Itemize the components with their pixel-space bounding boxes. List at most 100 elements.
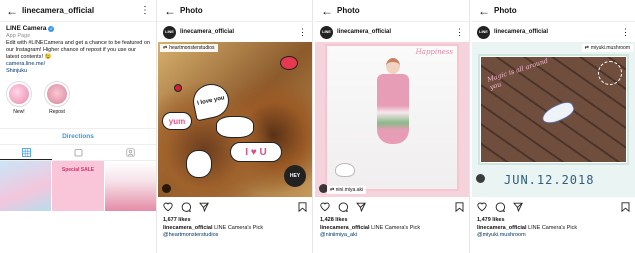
share-icon[interactable] xyxy=(513,202,523,212)
profile-location-link[interactable]: Shinjuku xyxy=(6,68,150,75)
profile-category: App Page xyxy=(6,33,31,39)
highlight-new-label: New! xyxy=(13,109,25,115)
post-3-repost-user: miyuki.mushroom xyxy=(590,45,630,51)
bookmark-icon[interactable] xyxy=(621,202,630,212)
sticker-yum: yum xyxy=(162,112,192,130)
comment-icon[interactable] xyxy=(338,202,348,212)
more-options-icon[interactable]: ⋮ xyxy=(455,27,464,38)
igtv-icon xyxy=(74,149,82,157)
post-2-username[interactable]: linecamera_official xyxy=(337,29,451,35)
post-2-credit[interactable]: @niniimiya_aki xyxy=(320,232,464,240)
tab-igtv[interactable] xyxy=(52,145,104,160)
share-icon[interactable] xyxy=(356,202,366,212)
post-2-repost-user: nini.miya.aki xyxy=(335,187,364,193)
like-heart-icon[interactable] xyxy=(320,202,330,212)
more-options-icon[interactable]: ⋮ xyxy=(621,27,630,38)
repost-icon: ⇄ xyxy=(330,187,335,193)
post-3-header-title: Photo xyxy=(494,6,517,15)
sticker-badge xyxy=(598,61,622,85)
repost-icon: ⇄ xyxy=(163,45,168,51)
sticker-lips xyxy=(280,56,298,70)
post-1-username[interactable]: linecamera_official xyxy=(180,29,294,35)
tagged-person-icon xyxy=(125,148,135,157)
highlight-repost-label: Repost xyxy=(49,109,65,115)
profile-screen: ← linecamera_official ⋮ LINE Camera ✓ Ap… xyxy=(0,0,157,253)
profile-header-username: linecamera_official xyxy=(22,6,95,15)
post-3-caption-user[interactable]: linecamera_official xyxy=(477,225,527,231)
post-1-credit[interactable]: @heartmonsterstudios xyxy=(163,232,307,240)
person-dress xyxy=(377,74,409,144)
sticker-heart-bubble: I love you xyxy=(189,80,233,122)
post-2-topbar: ← Photo xyxy=(315,0,469,22)
back-arrow-icon[interactable]: ← xyxy=(164,5,180,17)
like-heart-icon[interactable] xyxy=(163,202,173,212)
photo-frame: Magic is all around you xyxy=(480,56,627,163)
post-1-meta: 1,677 likes linecamera_official LINE Cam… xyxy=(158,217,312,240)
post-screen-1: ← Photo LINE linecamera_official ⋮ ⇄ hea… xyxy=(158,0,313,253)
highlight-repost-cover xyxy=(44,81,70,107)
post-1-avatar[interactable]: LINE xyxy=(163,25,176,39)
back-arrow-icon[interactable]: ← xyxy=(6,5,22,17)
post-3-likes[interactable]: 1,479 likes xyxy=(477,217,630,225)
more-options-icon[interactable]: ⋮ xyxy=(140,5,150,16)
bookmark-icon[interactable] xyxy=(455,202,464,212)
tagged-user-icon[interactable] xyxy=(476,174,485,183)
post-3-caption: linecamera_official LINE Camera's Pick xyxy=(477,225,630,233)
comment-icon[interactable] xyxy=(495,202,505,212)
grid-icon xyxy=(21,147,31,157)
post-2-meta: 1,428 likes linecamera_official LINE Cam… xyxy=(315,217,469,240)
sticker-text-love: I love you xyxy=(196,94,226,107)
repost-icon: ⇄ xyxy=(584,45,589,51)
post-2-repost-tag[interactable]: ⇄ nini.miya.aki xyxy=(327,186,367,194)
post-1-repost-tag[interactable]: ⇄ heartmonsterstudios xyxy=(160,44,218,52)
highlight-new-cover xyxy=(6,81,32,107)
post-3-image[interactable]: ⇄ miyuki.mushroom Magic is all around yo… xyxy=(472,42,635,197)
profile-website-link[interactable]: camera.line.me/ xyxy=(6,61,150,68)
post-2-caption-user[interactable]: linecamera_official xyxy=(320,225,370,231)
post-2-likes[interactable]: 1,428 likes xyxy=(320,217,464,225)
comment-icon[interactable] xyxy=(181,202,191,212)
like-heart-icon[interactable] xyxy=(477,202,487,212)
post-3-username[interactable]: linecamera_official xyxy=(494,29,617,35)
back-arrow-icon[interactable]: ← xyxy=(321,5,337,17)
bookmark-icon[interactable] xyxy=(298,202,307,212)
date-stamp: JUN.12.2018 xyxy=(504,173,595,187)
highlight-repost[interactable]: Repost xyxy=(44,81,70,115)
sticker-cherries xyxy=(174,84,182,92)
directions-button[interactable]: Directions xyxy=(0,128,156,145)
post-3-avatar[interactable]: LINE xyxy=(477,25,490,39)
sticker-text-yum: yum xyxy=(168,116,186,126)
post-3-caption-text: LINE Camera's Pick xyxy=(528,224,578,231)
grid-post-3[interactable] xyxy=(104,161,156,211)
more-options-icon[interactable]: ⋮ xyxy=(298,27,307,38)
post-1-caption-user[interactable]: linecamera_official xyxy=(163,225,213,231)
post-2-avatar[interactable]: LINE xyxy=(320,25,333,39)
post-3-actions xyxy=(472,197,635,217)
tab-grid[interactable] xyxy=(0,145,52,160)
post-2-header: LINE linecamera_official ⋮ xyxy=(315,22,469,42)
sticker-cat-faces xyxy=(216,116,254,138)
tab-tagged[interactable] xyxy=(104,145,156,160)
person-figure xyxy=(375,58,411,178)
profile-tabs xyxy=(0,145,156,161)
highlight-new[interactable]: New! xyxy=(6,81,32,115)
grid-post-2[interactable]: Special SALE xyxy=(52,161,104,211)
post-3-credit[interactable]: @miyuki.mushroom xyxy=(477,232,630,240)
story-highlights: New! Repost xyxy=(0,78,156,118)
post-1-image[interactable]: ⇄ heartmonsterstudios I love you I ♥ U y… xyxy=(158,42,312,197)
back-arrow-icon[interactable]: ← xyxy=(478,5,494,17)
post-2-actions xyxy=(315,197,469,217)
post-2-image[interactable]: Happiness ⇄ nini.miya.aki xyxy=(315,42,469,197)
verified-badge-icon: ✓ xyxy=(48,25,55,32)
post-3-repost-tag[interactable]: ⇄ miyuki.mushroom xyxy=(581,44,633,52)
post-1-caption-text: LINE Camera's Pick xyxy=(214,224,264,231)
profile-bio: Edit with #LINECamera and get a chance t… xyxy=(6,40,151,60)
profile-info: LINE Camera ✓ App Page Edit with #LINECa… xyxy=(0,22,156,78)
share-icon[interactable] xyxy=(199,202,209,212)
post-1-likes[interactable]: 1,677 likes xyxy=(163,217,307,225)
grid-post-1[interactable] xyxy=(0,161,52,211)
sticker-text-ilu: I ♥ U xyxy=(245,146,267,158)
tagged-user-icon[interactable] xyxy=(162,184,171,193)
post-1-caption: linecamera_official LINE Camera's Pick xyxy=(163,225,307,233)
post-1-actions xyxy=(158,197,312,217)
